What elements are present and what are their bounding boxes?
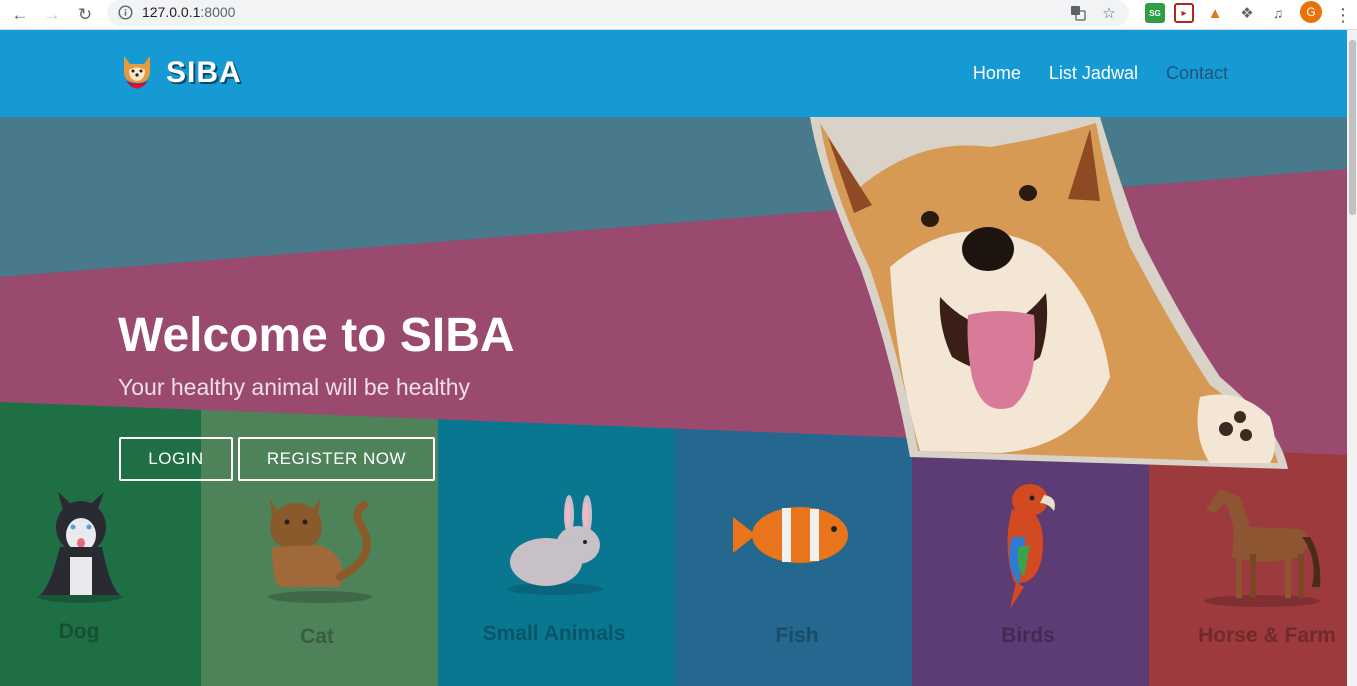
category-label-horse-farm: Horse & Farm [1198, 624, 1336, 647]
profile-avatar[interactable]: G [1300, 1, 1322, 23]
star-icon[interactable]: ☆ [1099, 3, 1119, 23]
shiba-logo-icon [120, 52, 154, 94]
nav-list-jadwal[interactable]: List Jadwal [1049, 63, 1138, 84]
back-icon[interactable]: ← [8, 3, 32, 27]
shiba-dog-image [810, 117, 1288, 469]
hero-title: Welcome to SIBA [118, 309, 515, 362]
url-port: :8000 [200, 4, 236, 20]
translate-icon[interactable] [1068, 3, 1088, 23]
cat-illustration [268, 499, 372, 603]
reload-icon[interactable]: ↻ [73, 3, 97, 27]
url-text: 127.0.0.1:8000 [142, 4, 235, 20]
extension-sg-icon[interactable]: SG [1145, 3, 1165, 23]
info-icon[interactable] [117, 4, 134, 21]
browser-toolbar: ← → ↻ 127.0.0.1:8000 ☆ SG ▸ ▲ ❖ ♫ G ⋮ [0, 0, 1357, 30]
url-host: 127.0.0.1 [142, 4, 201, 20]
category-label-fish: Fish [775, 624, 819, 647]
parrot-illustration [1007, 484, 1055, 609]
hero-section: Dog Cat Small Animals Fish Birds Horse &… [0, 117, 1347, 686]
forward-icon[interactable]: → [40, 3, 64, 27]
register-now-button[interactable]: REGISTER NOW [238, 437, 435, 481]
scrollbar-thumb[interactable] [1349, 40, 1356, 215]
brand-logo[interactable]: SIBA [120, 52, 242, 94]
login-button[interactable]: LOGIN [119, 437, 233, 481]
hero-subtitle: Your healthy animal will be healthy [118, 374, 471, 400]
dog-illustration [38, 492, 122, 603]
avatar-letter: G [1306, 5, 1316, 19]
main-nav: Home List Jadwal Contact [973, 63, 1228, 84]
media-control-icon[interactable]: ♫ [1268, 3, 1288, 23]
extension-sg-badge: SG [1149, 8, 1161, 18]
extension-red-icon[interactable]: ▸ [1174, 3, 1194, 23]
category-label-cat: Cat [300, 625, 334, 648]
rabbit-illustration [507, 495, 603, 595]
menu-kebab-icon[interactable]: ⋮ [1331, 3, 1355, 27]
category-label-birds: Birds [1001, 624, 1055, 647]
category-label-small-animals: Small Animals [482, 622, 626, 645]
address-bar[interactable]: 127.0.0.1:8000 ☆ [107, 0, 1129, 26]
metamask-fox-icon[interactable]: ▲ [1205, 3, 1225, 23]
nav-contact[interactable]: Contact [1166, 63, 1228, 84]
fish-illustration [733, 507, 848, 563]
puzzle-icon[interactable]: ❖ [1237, 3, 1257, 23]
brand-name: SIBA [166, 56, 242, 89]
nav-home[interactable]: Home [973, 63, 1021, 84]
category-label-dog: Dog [58, 620, 100, 643]
site-header: SIBA Home List Jadwal Contact [0, 30, 1347, 117]
horse-illustration [1204, 489, 1321, 607]
